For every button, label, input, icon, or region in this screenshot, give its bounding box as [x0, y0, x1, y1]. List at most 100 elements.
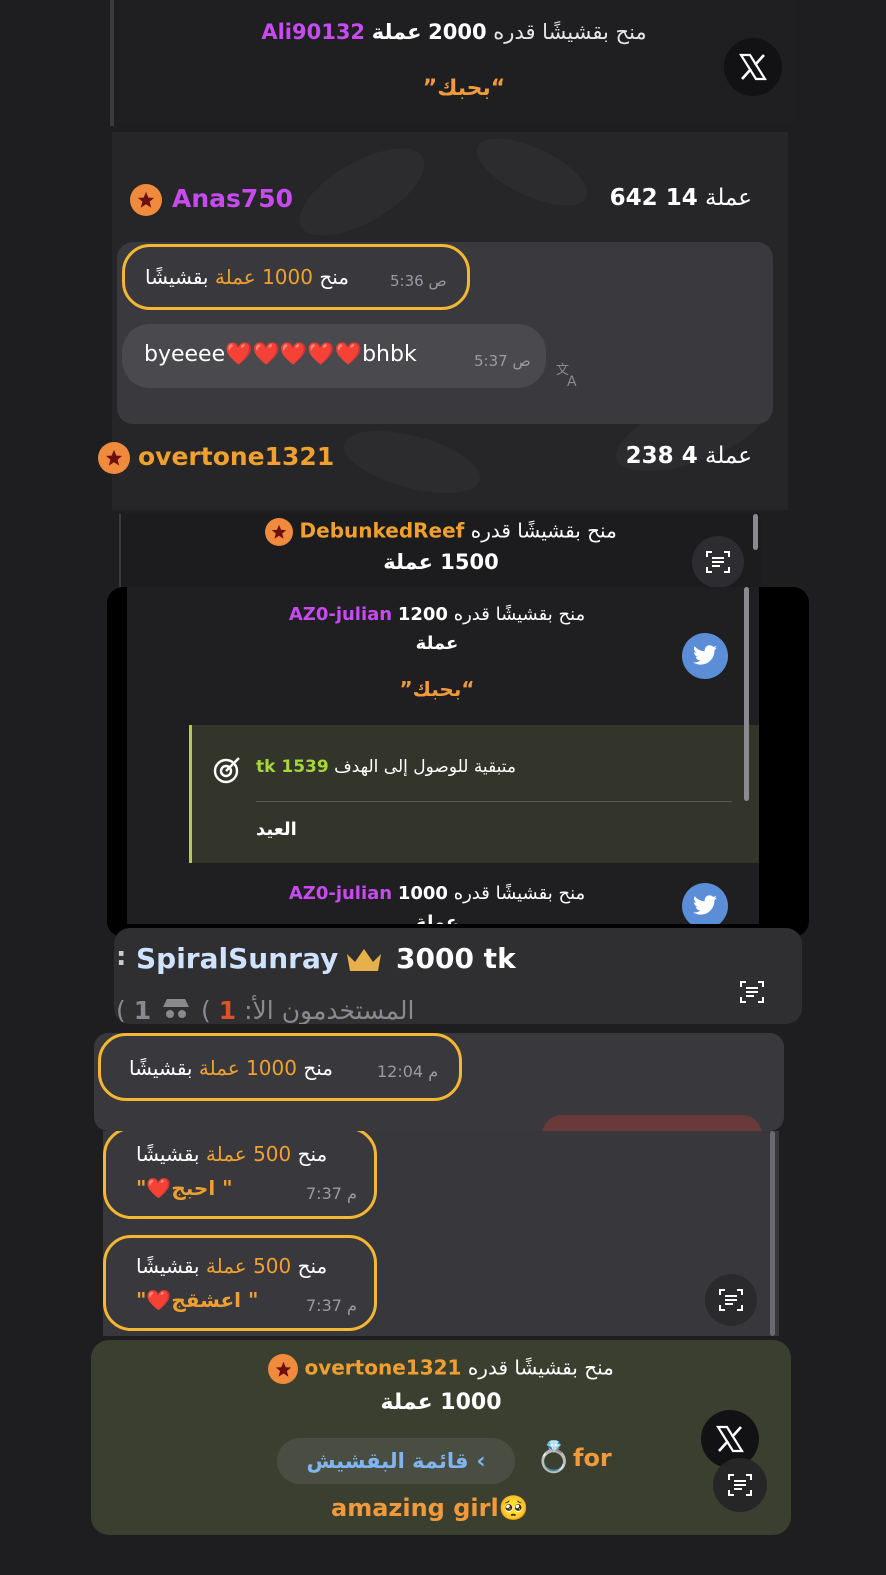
tip-prefix: منح	[297, 1142, 328, 1166]
tip-time: م 12:04	[377, 1062, 438, 1081]
top-tipper-card: : SpiralSunray 3000 tk ( 1 ( 1 :المستخدم…	[114, 928, 802, 1024]
scan-text-button[interactable]	[726, 966, 778, 1018]
close-x-button[interactable]	[724, 38, 782, 96]
scan-text-icon	[740, 981, 764, 1003]
incognito-icon	[159, 996, 201, 1024]
time-ampm: ص	[512, 352, 531, 370]
time-ampm: م	[347, 1296, 357, 1315]
goal-divider	[256, 801, 732, 802]
scan-text-icon	[728, 1474, 752, 1496]
tip-time: ص 5:36	[390, 272, 447, 290]
text-message-time: ص 5:37	[474, 352, 531, 370]
tip-message-text: منح 1000 عملة بقشيشًا	[145, 265, 349, 289]
gift-banner-top: منح بقشيشًا قدره 2000 عملة Ali90132 “بحب…	[114, 0, 794, 126]
scan-text-button[interactable]	[705, 1274, 757, 1326]
tip-unit: عملة	[214, 265, 256, 289]
tip-suffix: بقشيشًا	[129, 1056, 193, 1080]
scrollbar[interactable]	[753, 514, 758, 550]
twitter-bird-icon	[693, 645, 717, 665]
feed-amount: 1000	[397, 883, 448, 904]
chat-card-2: منح 1000 عملة بقشيشًا م 12:04	[94, 1033, 784, 1131]
username-overtone[interactable]: overtone1321	[138, 442, 334, 471]
tip-unit: عملة	[205, 1142, 247, 1166]
gift-text-prefix: منح بقشيشًا قدره	[467, 1355, 614, 1380]
gift-message: amazing girl🥺	[331, 1494, 529, 1522]
coins-label: عملة	[705, 185, 752, 211]
feed-message: “بحبك”	[399, 677, 475, 701]
tipper-colon: :	[116, 942, 127, 972]
tip-list-label: قائمة البقشيش	[306, 1449, 469, 1473]
gift-banner-2-line: منح بقشيشًا قدره DebunkedReef	[121, 518, 761, 546]
scrollbar[interactable]	[770, 1131, 775, 1336]
tip-time: م 7:37	[306, 1184, 357, 1203]
text-message-body: byeeee❤️❤️❤️❤️❤️bhbk	[144, 342, 417, 367]
tip-message-bubble[interactable]: منح 1000 عملة بقشيشًا م 12:04	[98, 1033, 462, 1101]
scan-text-button[interactable]	[692, 536, 744, 588]
rank-star-badge	[98, 442, 130, 474]
scan-text-button[interactable]	[713, 1458, 767, 1512]
feed-username: AZ0-julian	[288, 883, 393, 904]
tip-message-bubble[interactable]: منح 1000 عملة بقشيشًا ص 5:36	[122, 244, 470, 310]
feed-prefix: منح بقشيشًا قدره	[453, 883, 586, 904]
goal-value: 1539 tk	[256, 757, 329, 777]
gift-banner-2-amount: 1500 عملة	[383, 550, 499, 574]
tip-note: "❤️احبج "	[136, 1176, 233, 1200]
twitter-avatar[interactable]	[682, 883, 728, 924]
for-text: for	[573, 1444, 612, 1472]
tip-unit: عملة	[205, 1254, 247, 1278]
twitter-bird-icon	[693, 895, 717, 915]
text-message-bubble[interactable]: byeeee❤️❤️❤️❤️❤️bhbk ص 5:37	[122, 324, 546, 388]
twitter-feed-frame: منح بقشيشًا قدره 1200 AZ0-julian عملة “ب…	[107, 587, 809, 937]
partial-bubble	[542, 1115, 762, 1131]
tip-message-bubble-1[interactable]: منح 500 عملة بقشيشًا "❤️احبج " م 7:37	[103, 1131, 377, 1219]
tip-list-button[interactable]: قائمة البقشيش ‹	[277, 1438, 515, 1484]
gift-banner-top-line: منح بقشيشًا قدره 2000 عملة Ali90132	[114, 20, 794, 44]
rank-star-badge	[130, 184, 162, 216]
gift-username: Ali90132	[261, 20, 366, 44]
chat-card-1: منح 1000 عملة بقشيشًا ص 5:36 byeeee❤️❤️❤…	[117, 242, 773, 424]
goal-line: متبقية للوصول إلى الهدف 1539 tk	[256, 757, 516, 777]
goal-box: متبقية للوصول إلى الهدف 1539 tk العيد	[189, 725, 759, 863]
time-ampm: م	[347, 1184, 357, 1203]
svg-text:A: A	[567, 374, 577, 388]
gift-username: DebunkedReef	[299, 518, 465, 543]
scan-text-icon	[719, 1289, 743, 1311]
x-logo-icon	[716, 1425, 744, 1453]
feed-unit: عملة	[415, 633, 459, 654]
scrollbar[interactable]	[744, 587, 749, 801]
gift-text-prefix: منح بقشيشًا قدره	[470, 518, 617, 543]
time-value: 12:04	[377, 1062, 424, 1081]
feed-amount: 1200	[397, 604, 448, 625]
user-row-2: overtone1321 عملة 4 238	[98, 430, 788, 510]
anon-count: 1	[133, 996, 152, 1024]
tip-message-bubble-2[interactable]: منح 500 عملة بقشيشًا "❤️اعشقج " م 7:37	[103, 1235, 377, 1331]
time-ampm: ص	[428, 272, 447, 290]
coins-value: 4 238	[625, 443, 698, 469]
username-anas[interactable]: Anas750	[172, 184, 293, 213]
tip-suffix: بقشيشًا	[145, 265, 209, 289]
crown-icon	[344, 946, 384, 978]
gift-unit: عملة	[371, 20, 422, 44]
users-count: 1	[218, 996, 237, 1024]
tip-prefix: منح	[319, 265, 349, 289]
gift-banner-2: منح بقشيشًا قدره DebunkedReef 1500 عملة	[119, 514, 761, 590]
tip-prefix: منح	[303, 1056, 333, 1080]
gift-banner-3-amount: 1000 عملة	[380, 1390, 502, 1415]
tip-amount: 1000	[262, 265, 313, 289]
translate-icon[interactable]: 文A	[555, 360, 583, 392]
tip-note: "❤️اعشقج "	[136, 1288, 259, 1312]
goal-title: العيد	[256, 819, 297, 840]
star-icon	[275, 1361, 291, 1377]
time-value: 5:36	[390, 272, 424, 290]
gift-username: overtone1321	[304, 1355, 462, 1380]
users-line: ( 1 ( 1 :المستخدمون الأ	[116, 996, 415, 1024]
star-badge	[265, 518, 294, 546]
gift-text-prefix: منح بقشيشًا قدره	[493, 20, 647, 44]
target-icon	[212, 755, 242, 789]
users-label: :المستخدمون الأ	[244, 996, 415, 1024]
tip-prefix: منح	[297, 1254, 328, 1278]
twitter-avatar[interactable]	[682, 633, 728, 679]
tipper-username[interactable]: SpiralSunray	[136, 942, 338, 975]
chevron-left-icon: ‹	[476, 1448, 486, 1474]
star-icon	[137, 191, 155, 208]
